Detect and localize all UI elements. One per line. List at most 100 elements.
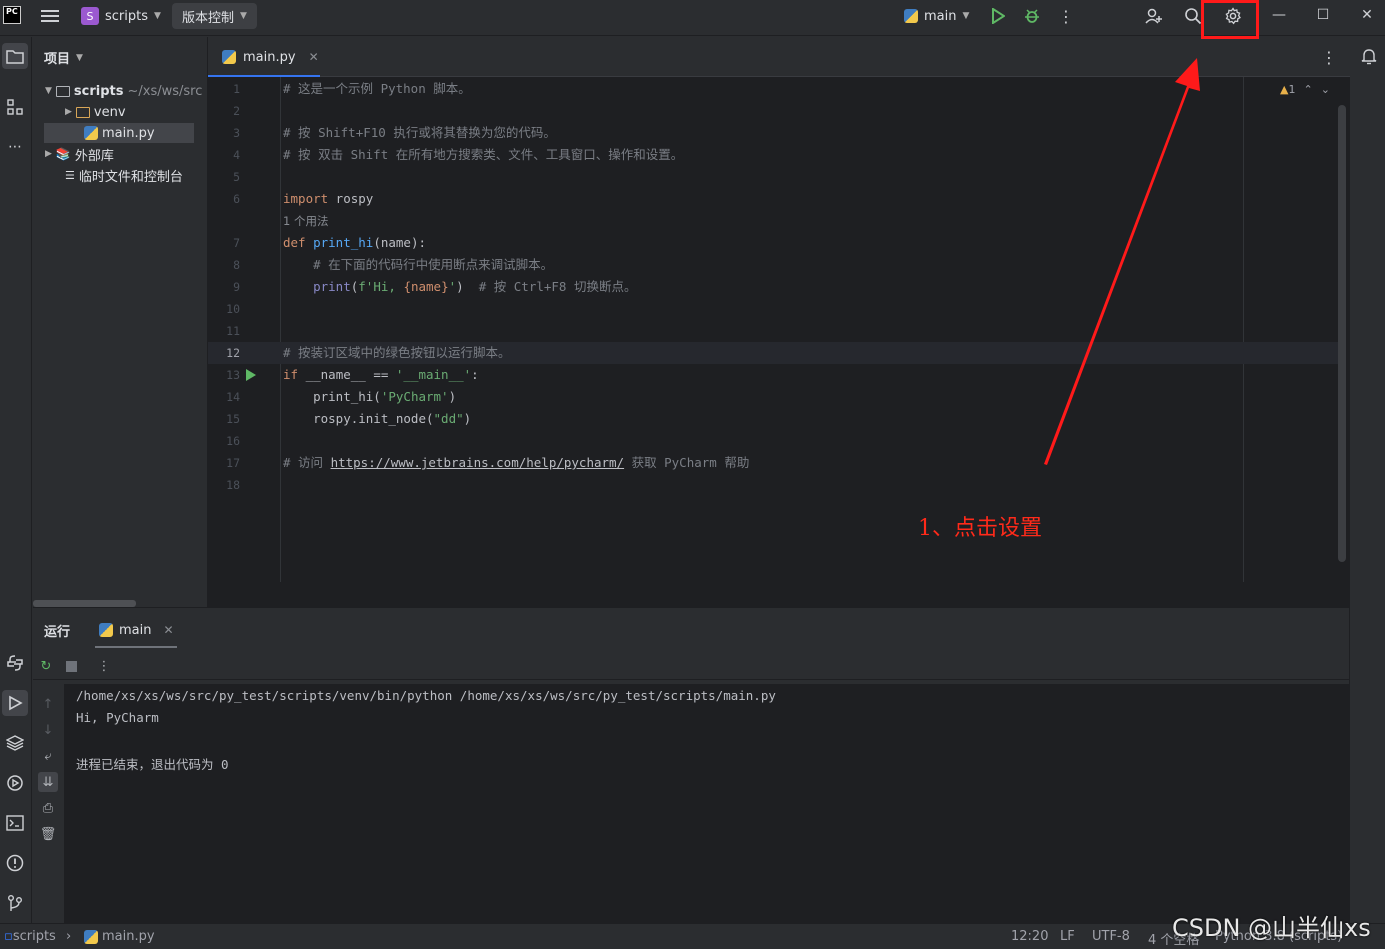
debug-bug-icon[interactable] [1021,5,1043,27]
code-line: 6 import rospy [233,191,374,206]
code-line: 4 # 按 双击 Shift 在所有地方搜索类、文件、工具窗口、操作和设置。 [233,147,684,162]
console-line: /home/xs/xs/ws/src/py_test/scripts/venv/… [76,688,776,703]
git-branch-icon[interactable] [2,890,28,916]
python-icon [904,9,918,23]
project-name: scripts [105,8,148,24]
code-line: 18 [226,478,240,492]
project-panel-header[interactable]: 项目 ▼ [44,48,83,67]
tree-item-scratches[interactable]: ☰ 临时文件和控制台 [65,165,183,185]
code-line: 16 [226,434,240,448]
chevron-down-icon: ▼ [240,11,247,21]
python-file-icon [84,126,98,140]
code-line: 13 if __name__ == '__main__': [226,367,479,382]
notifications-bell-icon[interactable] [1356,43,1382,69]
close-tab-icon[interactable]: ✕ [163,623,173,637]
folder-icon [55,85,70,97]
python-icon [99,623,113,637]
annotation-text: 1、点击设置 [918,516,1042,541]
stop-icon[interactable] [61,656,81,676]
right-tool-strip [1349,37,1385,923]
file-encoding[interactable]: UTF-8 [1092,929,1130,944]
minimize-button[interactable]: — [1257,0,1301,30]
more-tools-icon[interactable]: ⋯ [2,134,28,160]
tab-main-py[interactable]: main.py ✕ [208,37,320,78]
structure-icon[interactable] [2,94,28,120]
code-line: 10 [226,302,240,316]
console-side-toolbar: ↑ ↓ ⤶ ⇊ ⎙ 🗑 [33,684,64,924]
folder-icon [75,106,90,118]
run-tab-main[interactable]: main ✕ [95,612,179,648]
caret-position[interactable]: 12:20 [1011,929,1048,944]
scroll-to-end-icon[interactable]: ⇊ [38,772,58,792]
python-console-icon[interactable] [2,650,28,676]
help-link[interactable]: https://www.jetbrains.com/help/pycharm/ [331,455,625,470]
library-icon: 📚 [55,147,71,161]
vertical-scrollbar[interactable] [1338,105,1346,562]
scratches-icon: ☰ [65,168,75,182]
run-config-label: main [924,8,957,24]
console-line: Hi, PyCharm [76,710,159,725]
python-file-icon [84,929,98,944]
console-line: 进程已结束，退出代码为 0 [76,757,229,772]
problems-icon[interactable] [2,850,28,876]
run-button[interactable] [987,5,1009,27]
code-line: 11 [226,324,240,338]
tree-item-path: ~/xs/ws/src [127,83,203,99]
run-more-icon[interactable]: ⋮ [94,656,114,676]
gutter-run-icon[interactable] [246,369,256,381]
python-file-icon [222,50,236,64]
close-tab-icon[interactable]: ✕ [309,50,319,64]
chevron-right-icon: ▶ [45,149,52,159]
left-tool-strip: ⋯ [0,37,32,923]
code-editor[interactable]: ▲1 ⌃ ⌄ 1 # 这是一个示例 Python 脚本。 2 3 # 按 Shift… [208,77,1350,582]
trash-icon[interactable]: 🗑 [38,824,58,844]
console-output[interactable]: /home/xs/xs/ws/src/py_test/scripts/venv/… [64,684,1349,924]
pycharm-logo-icon: PC [3,6,21,24]
code-line: 5 [233,170,240,184]
code-line: 8 # 在下面的代码行中使用断点来调试脚本。 [233,257,554,272]
project-switcher[interactable]: S scripts ▼ [77,3,165,29]
add-user-icon[interactable] [1143,5,1165,27]
tab-label: main.py [243,49,296,65]
code-line: 9 print(f'Hi, {name}') # 按 Ctrl+F8 切换断点。 [233,279,637,294]
vcs-menu-button[interactable]: 版本控制 ▼ [172,3,257,29]
code-line: 2 [233,104,240,118]
tree-item-external-libraries[interactable]: ▶ 📚 外部库 [45,144,114,164]
soft-wrap-icon[interactable]: ⤶ [38,746,58,766]
editor-tab-bar: main.py ✕ ⋮ [208,37,1350,78]
arrow-down-icon[interactable]: ↓ [38,720,58,740]
main-menu-icon[interactable] [40,7,60,27]
vcs-label: 版本控制 [182,10,235,26]
breadcrumb-file[interactable]: main.py [84,929,155,944]
breadcrumb-separator: › [66,929,72,944]
horizontal-scrollbar[interactable] [33,600,136,607]
print-icon[interactable]: ⎙ [38,798,58,818]
rerun-icon[interactable]: ↻ [36,656,56,676]
breadcrumb-project[interactable]: ▫scripts [4,929,56,944]
panel-title: 项目 [44,52,71,67]
run-tab-label: main [119,622,152,638]
tree-item-scripts[interactable]: ▼ scripts ~/xs/ws/src [45,81,202,101]
tree-item-main-py[interactable]: main.py [44,123,194,143]
terminal-icon[interactable] [2,810,28,836]
project-folder-icon[interactable] [2,43,28,69]
chevron-down-icon: ▼ [76,52,83,63]
tree-item-venv[interactable]: ▶ venv [65,102,126,122]
chevron-down-icon: ▼ [45,86,52,96]
layers-icon[interactable] [2,730,28,756]
arrow-up-icon[interactable]: ↑ [38,694,58,714]
close-window-button[interactable]: ✕ [1345,0,1385,30]
tree-item-label: scripts [73,83,124,99]
chevron-right-icon: ▶ [65,107,72,117]
line-separator[interactable]: LF [1060,929,1075,944]
run-panel: 运行 main ✕ ↻ ⋮ ↑ ↓ ⤶ ⇊ ⎙ 🗑 /home/xs/xs/ws… [33,607,1349,924]
editor-more-icon[interactable]: ⋮ [1318,46,1340,68]
more-actions-icon[interactable]: ⋮ [1055,5,1077,27]
maximize-button[interactable]: ☐ [1301,0,1345,30]
usage-hint[interactable]: 1 个用法 [208,210,1338,232]
run-tool-icon[interactable] [2,690,28,716]
code-line: 15 rospy.init_node("dd") [226,411,472,426]
code-line: 14 print_hi('PyCharm') [226,389,457,404]
run-config-selector[interactable]: main ▼ [904,5,969,27]
services-icon[interactable] [2,770,28,796]
